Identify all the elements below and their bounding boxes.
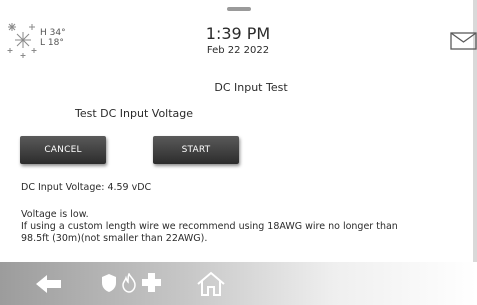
message-line-2: If using a custom length wire we recomme… bbox=[21, 221, 398, 232]
medical-cross-icon[interactable] bbox=[142, 273, 161, 292]
message-line-3: 98.5ft (30m)(not smaller than 22AWG). bbox=[21, 233, 208, 244]
message-line-1: Voltage is low. bbox=[21, 209, 89, 220]
pull-down-handle[interactable] bbox=[227, 7, 251, 11]
status-message: Voltage is low. If using a custom length… bbox=[21, 209, 461, 245]
snowflakes-icon bbox=[7, 23, 37, 58]
back-arrow-icon[interactable] bbox=[36, 274, 62, 294]
fire-icon[interactable] bbox=[121, 273, 137, 293]
temp-high: H 34° bbox=[40, 28, 66, 38]
panel-screen: H 34° L 18° 1:39 PM Feb 22 2022 DC Input… bbox=[0, 0, 477, 305]
home-icon[interactable] bbox=[196, 271, 226, 297]
shield-icon[interactable] bbox=[101, 273, 117, 293]
envelope-icon[interactable] bbox=[450, 32, 477, 50]
section-heading: Test DC Input Voltage bbox=[75, 107, 194, 120]
temp-low: L 18° bbox=[40, 38, 64, 48]
weather-widget[interactable]: H 34° L 18° bbox=[6, 20, 81, 60]
cancel-button[interactable]: CANCEL bbox=[20, 136, 106, 164]
voltage-reading: DC Input Voltage: 4.59 vDC bbox=[21, 182, 152, 193]
clock-date: Feb 22 2022 bbox=[206, 45, 270, 56]
clock-time: 1:39 PM bbox=[205, 24, 271, 43]
page-title: DC Input Test bbox=[214, 81, 288, 94]
bottom-nav-bar bbox=[0, 262, 477, 305]
start-button[interactable]: START bbox=[153, 136, 239, 164]
